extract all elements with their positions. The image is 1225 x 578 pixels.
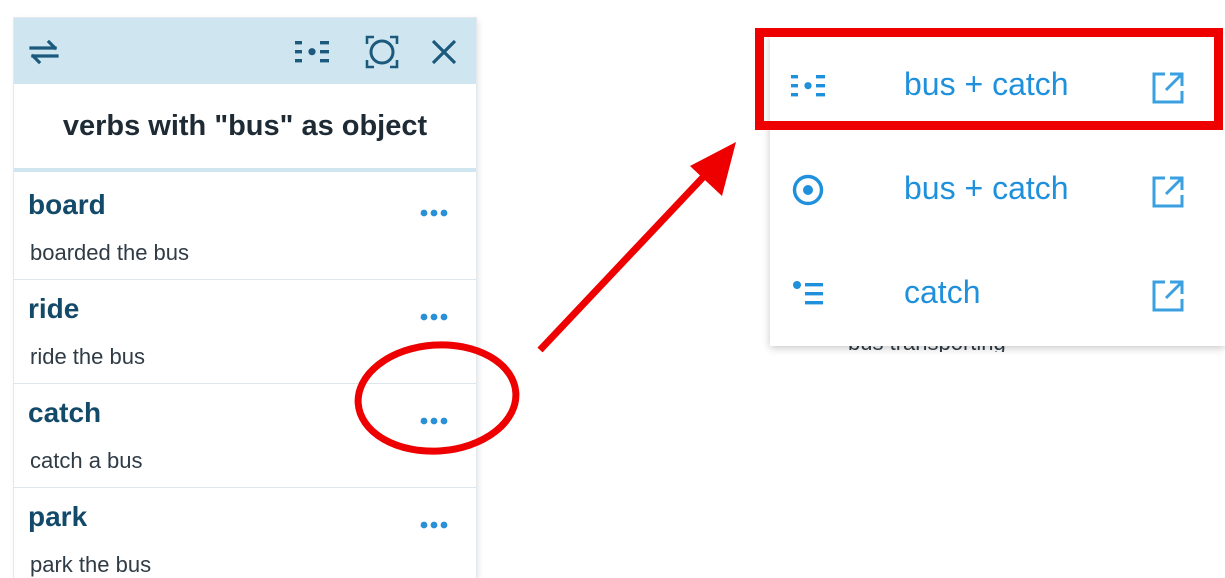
annotation-arrow-line [537,169,711,353]
annotation-overlay [354,142,736,455]
annotation-circle [354,341,520,455]
